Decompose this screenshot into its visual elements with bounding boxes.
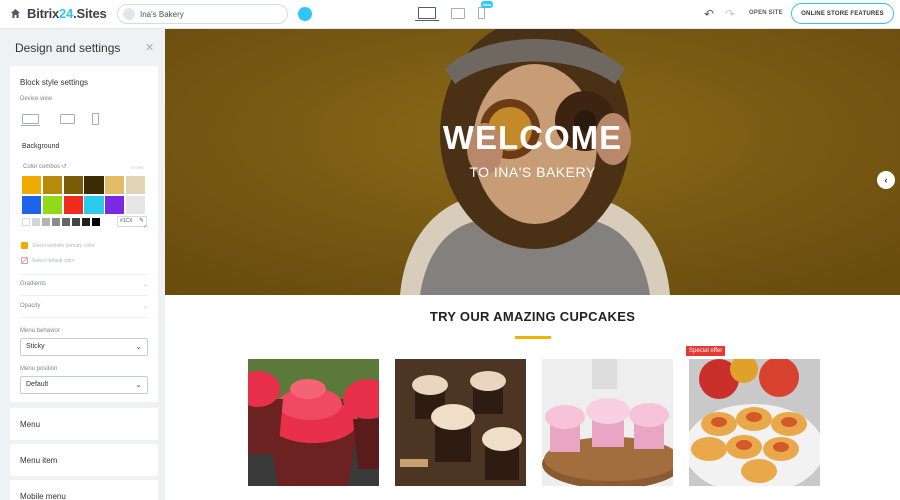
chevron-down-icon: ⌄ (142, 282, 148, 288)
color-swatch[interactable] (125, 176, 146, 194)
menu-item-section-label: Menu item (20, 456, 58, 465)
logo-suffix: .Sites (73, 6, 107, 21)
online-store-features-button[interactable]: ONLINE STORE FEATURES (791, 3, 894, 24)
color-swatch[interactable] (63, 195, 83, 214)
gradients-label: Gradients (20, 281, 47, 287)
mobile-menu-section[interactable]: Mobile menu (10, 480, 158, 500)
block-style-title: Block style settings (20, 78, 89, 87)
color-swatch[interactable] (63, 176, 83, 194)
color-swatch[interactable] (125, 195, 146, 214)
hex-value: #1CX (120, 218, 133, 224)
divider (20, 274, 148, 275)
menu-section-label: Menu (20, 420, 41, 429)
mobile-menu-section-label: Mobile menu (20, 492, 66, 500)
device-desktop-icon[interactable] (21, 114, 40, 126)
default-color-label: Select default color (32, 257, 75, 264)
color-swatch[interactable] (84, 176, 104, 194)
gray-swatch[interactable] (42, 218, 50, 226)
color-combos-label: Color combos ↺ (23, 164, 67, 170)
app-logo[interactable]: Bitrix24.Sites (27, 6, 107, 21)
logo-text: Bitrix (27, 6, 60, 21)
redo-icon[interactable]: ↷ (725, 7, 735, 21)
tablet-view-icon[interactable] (451, 8, 465, 19)
block-style-card: Block style settings Device view Backgro… (10, 66, 158, 402)
chevron-left-icon[interactable]: ‹ (877, 171, 895, 189)
menu-behavior-select[interactable]: Sticky ⌄ (20, 338, 148, 356)
top-toolbar: Bitrix24.Sites Ina's Bakery New ↶ ↷ OPEN… (0, 0, 900, 29)
menu-position-value: Default (26, 381, 49, 388)
close-icon[interactable]: ✕ (145, 41, 154, 54)
default-color-option[interactable]: Select default color (21, 257, 75, 264)
menu-position-select[interactable]: Default ⌄ (20, 376, 148, 394)
color-swatch[interactable] (105, 195, 125, 214)
desktop-view-icon[interactable] (415, 7, 439, 21)
menu-item-section[interactable]: Menu item (10, 444, 158, 476)
color-swatch[interactable] (22, 195, 42, 214)
gradients-accordion[interactable]: Gradients ⌄ (20, 281, 148, 288)
device-tablet-icon[interactable] (60, 114, 75, 124)
logo-number: 24 (59, 6, 74, 21)
hero-image (165, 29, 900, 295)
mobile-view-icon[interactable] (478, 7, 485, 19)
opacity-accordion[interactable]: Opacity ⌄ (20, 303, 148, 310)
products-title: TRY OUR AMAZING CUPCAKES (429, 309, 636, 324)
divider (20, 295, 148, 296)
panel-title: Design and settings (15, 41, 121, 55)
home-icon[interactable] (10, 8, 21, 19)
hero-subtitle: TO INA'S BAKERY (469, 164, 596, 180)
color-swatch[interactable] (84, 195, 104, 214)
product-image[interactable] (248, 359, 379, 486)
product-image[interactable] (395, 359, 526, 486)
divider (20, 317, 148, 318)
title-underline (515, 336, 551, 339)
gray-swatch[interactable] (32, 218, 40, 226)
primary-color-swatch (21, 242, 28, 249)
site-icon (123, 8, 135, 20)
hero-title: WELCOME (442, 119, 623, 156)
product-image[interactable] (542, 359, 673, 486)
new-badge: New (481, 1, 494, 8)
color-swatch[interactable] (105, 176, 125, 194)
chevron-down-icon: ⌄ (135, 380, 142, 389)
check-icon: ✔ (143, 224, 148, 230)
gray-swatch[interactable] (62, 218, 70, 226)
color-swatch[interactable] (22, 176, 42, 194)
site-selector[interactable]: Ina's Bakery (117, 4, 288, 24)
open-site-link[interactable]: OPEN SITE (749, 10, 783, 16)
design-settings-panel: Design and settings ✕ Block style settin… (0, 29, 165, 500)
gray-swatch[interactable] (72, 218, 80, 226)
menu-section[interactable]: Menu (10, 408, 158, 440)
gray-swatch-row (22, 218, 100, 226)
product-image[interactable] (689, 359, 820, 486)
device-view-label: Device view (20, 96, 53, 102)
special-offer-badge: Special offer (686, 346, 726, 356)
menu-behavior-label: Menu behavior (20, 328, 60, 334)
color-swatch[interactable] (42, 195, 63, 214)
cloud-icon[interactable] (298, 7, 312, 21)
device-mobile-icon[interactable] (92, 113, 99, 125)
gray-swatch[interactable] (92, 218, 100, 226)
menu-behavior-value: Sticky (26, 343, 45, 350)
undo-icon[interactable]: ↶ (704, 7, 714, 21)
primary-color-label: Select website primary color (32, 242, 95, 249)
site-name: Ina's Bakery (140, 9, 184, 19)
store-label: STORE (130, 165, 144, 170)
gray-swatch[interactable] (52, 218, 60, 226)
chevron-down-icon: ⌄ (135, 342, 142, 351)
menu-position-label: Menu position (20, 366, 58, 372)
no-color-icon (21, 257, 28, 264)
color-swatch[interactable] (42, 176, 63, 194)
primary-color-option[interactable]: Select website primary color (21, 242, 95, 249)
color-swatch-grid (22, 176, 148, 214)
gray-swatch[interactable] (22, 218, 30, 226)
hero-banner[interactable]: WELCOME TO INA'S BAKERY ‹ (165, 29, 900, 295)
opacity-label: Opacity (20, 303, 41, 309)
chevron-down-icon: ⌄ (142, 304, 148, 310)
background-heading: Background (22, 143, 60, 150)
page-preview: WELCOME TO INA'S BAKERY ‹ TRY OUR AMAZIN… (165, 29, 900, 500)
reset-icon[interactable]: ↺ (62, 164, 67, 170)
gray-swatch[interactable] (82, 218, 90, 226)
